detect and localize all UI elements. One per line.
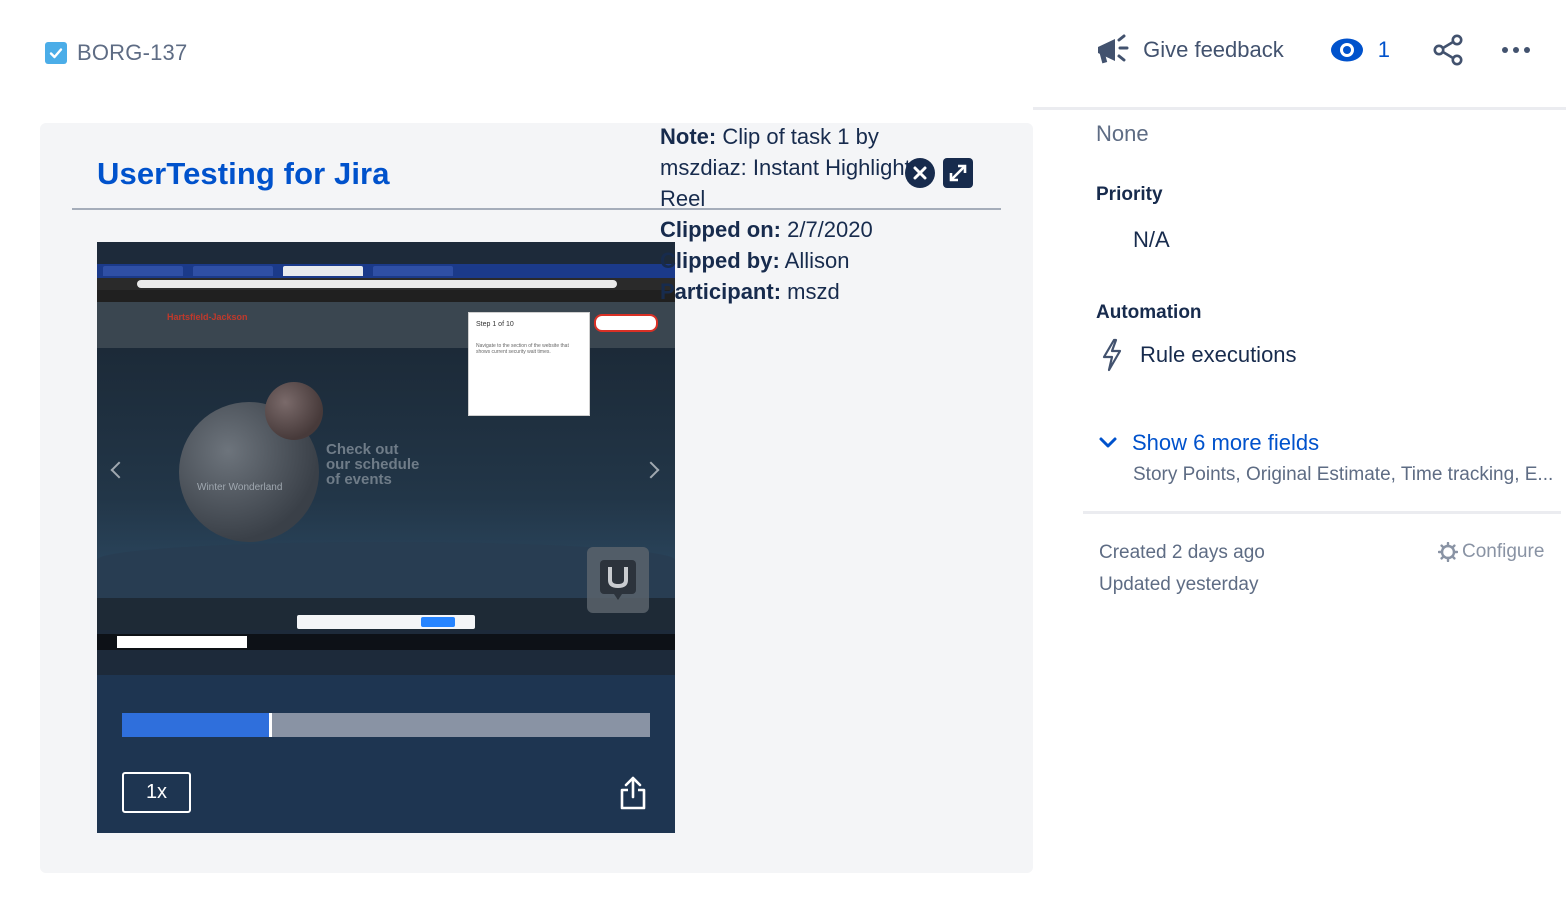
recorded-task-popup: Step 1 of 10 Navigate to the section of … (468, 312, 590, 416)
lightning-icon (1102, 338, 1122, 372)
hero-line: of events (326, 471, 392, 488)
participant-label: Participant: (660, 279, 782, 304)
task-type-icon (45, 42, 67, 64)
video-player[interactable]: Hartsfield-Jackson Check out our schedul… (97, 242, 675, 833)
sidebar-divider (1083, 511, 1561, 514)
recorded-bookmarks (97, 290, 675, 302)
clip-clipped-on: Clipped on: 2/7/2020 (660, 214, 920, 245)
show-more-fields-button[interactable]: Show 6 more fields (1098, 430, 1319, 456)
field-value-none[interactable]: None (1096, 121, 1149, 147)
clipped-on-value: 2/7/2020 (780, 217, 873, 242)
give-feedback-button[interactable]: Give feedback (1095, 34, 1284, 66)
recorded-tab (103, 266, 183, 276)
recorded-tab (373, 266, 453, 276)
rule-executions-label: Rule executions (1140, 342, 1297, 367)
watch-button[interactable]: 1 (1330, 37, 1390, 63)
expand-icon (949, 164, 967, 182)
hidden-fields-summary: Story Points, Original Estimate, Time tr… (1133, 464, 1554, 485)
recorded-stop-sharing (421, 617, 455, 627)
note-label: Note: (660, 124, 717, 149)
configure-button[interactable]: Configure (1438, 541, 1544, 563)
priority-value[interactable]: N/A (1133, 227, 1170, 253)
clipped-on-label: Clipped on: (660, 217, 781, 242)
recorded-hero-text: Check out our schedule of events (326, 442, 419, 487)
share-icon (1433, 34, 1463, 66)
issue-key-link[interactable]: BORG-137 (45, 40, 187, 66)
issue-actions: Give feedback 1 (1095, 34, 1530, 66)
issue-key-text: BORG-137 (77, 40, 188, 65)
automation-label: Automation (1096, 302, 1202, 323)
configure-label: Configure (1462, 541, 1545, 562)
recorded-addressbar (97, 278, 675, 290)
rule-executions-link[interactable]: Rule executions (1100, 338, 1297, 372)
updated-date: Updated yesterday (1099, 574, 1259, 595)
recorded-tab (283, 266, 363, 276)
priority-label: Priority (1096, 184, 1163, 205)
recorded-taskbar (97, 634, 675, 650)
share-button[interactable] (1432, 34, 1464, 66)
show-more-fields-label: Show 6 more fields (1132, 430, 1320, 455)
video-controls: 1x (97, 675, 675, 833)
hero-line: our schedule (326, 456, 420, 473)
more-dot-icon (1524, 47, 1530, 53)
expand-panel-button[interactable] (943, 158, 973, 188)
video-frame[interactable]: Hartsfield-Jackson Check out our schedul… (97, 242, 675, 675)
clip-info: Note: Clip of task 1 by mszdiaz: Instant… (660, 121, 920, 307)
give-feedback-label: Give feedback (1143, 37, 1284, 62)
recorded-address-field (137, 280, 617, 288)
recorded-ornament-small (265, 382, 323, 440)
popup-body: Navigate to the section of the website t… (476, 343, 569, 355)
progress-fill (122, 713, 270, 737)
progress-bar[interactable] (122, 713, 650, 737)
popup-step: Step 1 of 10 (476, 321, 514, 328)
more-dot-icon (1502, 47, 1508, 53)
clip-participant: Participant: mszd (660, 276, 920, 307)
playback-speed-button[interactable]: 1x (122, 772, 191, 813)
watch-count: 1 (1377, 37, 1390, 62)
clip-clipped-by: Clipped by: Allison (660, 245, 920, 276)
recorded-share-bar (297, 615, 475, 629)
recorded-site-logo: Hartsfield-Jackson (167, 312, 248, 322)
recorded-taskbar-search (117, 636, 247, 648)
recorded-rec-indicator (594, 314, 658, 332)
recorded-browser-tabbar (97, 264, 675, 278)
usertesting-watermark-icon (587, 547, 649, 613)
recorded-tab (193, 266, 273, 276)
clip-note: Note: Clip of task 1 by mszdiaz: Instant… (660, 121, 920, 214)
progress-handle[interactable] (268, 713, 272, 737)
participant-value: mszd (781, 279, 840, 304)
gear-icon (1438, 542, 1458, 562)
more-actions-button[interactable] (1502, 47, 1530, 53)
header-divider (1033, 107, 1566, 110)
megaphone-icon (1098, 34, 1129, 64)
export-button[interactable] (618, 775, 648, 811)
more-dot-icon (1513, 47, 1519, 53)
upload-icon (620, 776, 646, 810)
panel-title: UserTesting for Jira (97, 156, 390, 191)
recorded-hero-sub: Winter Wonderland (197, 482, 283, 493)
clipped-by-value: Allison (779, 248, 850, 273)
created-date: Created 2 days ago (1099, 542, 1265, 563)
eye-icon (1330, 38, 1363, 62)
chevron-down-icon (1099, 437, 1117, 448)
hero-line: Check out (326, 441, 399, 458)
clipped-by-label: Clipped by: (660, 248, 780, 273)
